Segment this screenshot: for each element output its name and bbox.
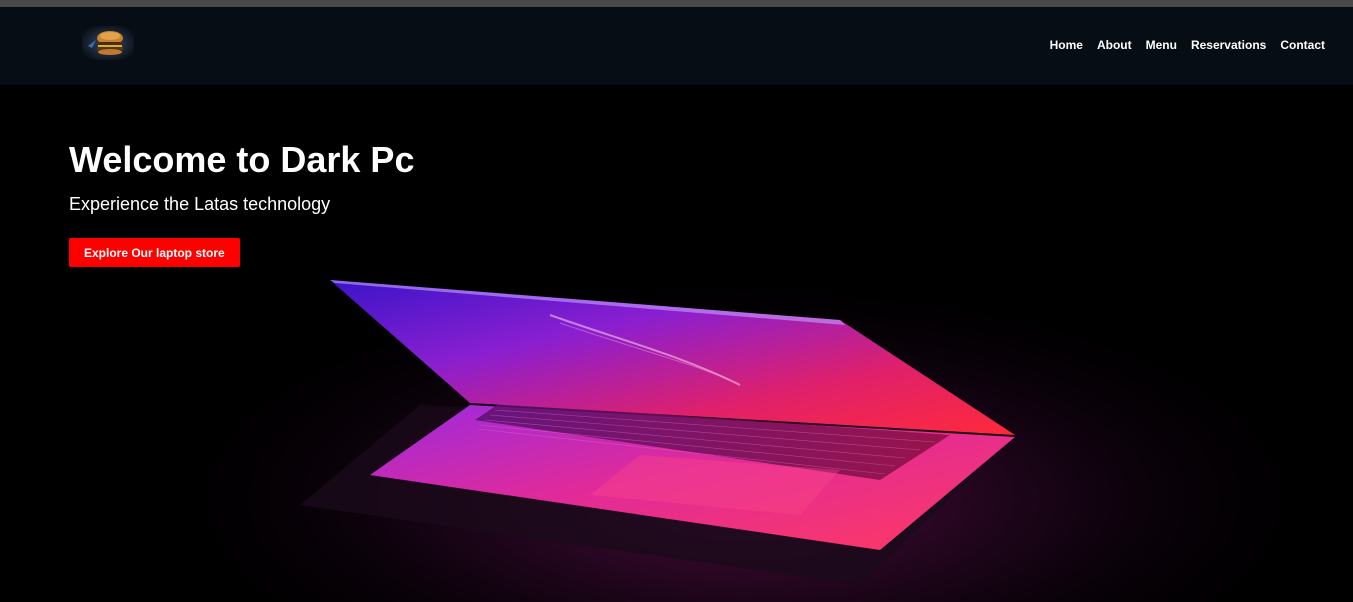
browser-top-strip <box>0 0 1353 7</box>
nav-link-contact[interactable]: Contact <box>1280 38 1325 52</box>
nav-link-menu[interactable]: Menu <box>1146 38 1177 52</box>
hero-title: Welcome to Dark Pc <box>69 139 415 180</box>
hero-section: Welcome to Dark Pc Experience the Latas … <box>0 85 1353 602</box>
explore-store-button[interactable]: Explore Our laptop store <box>69 238 240 267</box>
navbar: Home About Menu Reservations Contact <box>0 7 1353 85</box>
burger-logo-icon[interactable] <box>82 26 134 60</box>
nav-links: Home About Menu Reservations Contact <box>1050 38 1325 52</box>
nav-link-home[interactable]: Home <box>1050 38 1083 52</box>
nav-link-reservations[interactable]: Reservations <box>1191 38 1266 52</box>
nav-link-about[interactable]: About <box>1097 38 1132 52</box>
hero-subtitle: Experience the Latas technology <box>69 194 331 214</box>
